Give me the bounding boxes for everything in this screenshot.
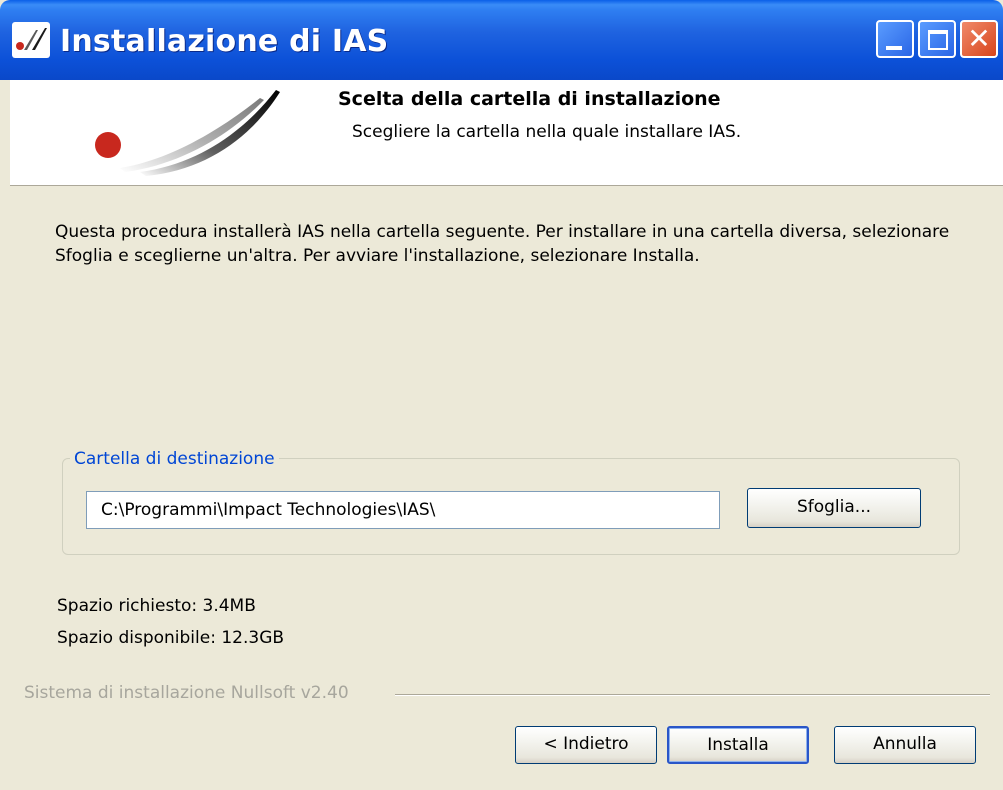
minimize-button[interactable] (876, 20, 914, 58)
ias-logo (95, 90, 280, 176)
destination-path-input[interactable]: C:\Programmi\Impact Technologies\IAS\ (86, 491, 720, 529)
close-button[interactable]: ✕ (960, 20, 998, 58)
page-subtitle: Scegliere la cartella nella quale instal… (352, 122, 742, 142)
ias-app-icon (12, 22, 50, 58)
branding-text: Sistema di installazione Nullsoft v2.40 (24, 683, 355, 703)
close-icon: ✕ (967, 22, 991, 55)
maximize-button[interactable] (918, 20, 956, 58)
header-panel: Scelta della cartella di installazione S… (10, 80, 1003, 186)
space-required-text: Spazio richiesto: 3.4MB (57, 596, 256, 616)
installer-window: Installazione di IAS ✕ Scelta della cart… (0, 0, 1003, 790)
space-available-text: Spazio disponibile: 12.3GB (57, 628, 285, 648)
title-bar[interactable]: Installazione di IAS ✕ (0, 0, 1003, 80)
page-title: Scelta della cartella di installazione (338, 88, 721, 110)
branding-divider (395, 694, 990, 696)
window-left-border (0, 80, 10, 790)
destination-group-label: Cartella di destinazione (70, 448, 279, 470)
back-button[interactable]: < Indietro (515, 726, 657, 764)
minimize-icon (886, 46, 902, 50)
cancel-button[interactable]: Annulla (834, 726, 976, 764)
browse-button[interactable]: Sfoglia... (747, 488, 921, 528)
install-button[interactable]: Installa (667, 726, 809, 764)
instructions-text: Questa procedura installerà IAS nella ca… (55, 222, 950, 266)
window-title: Installazione di IAS (60, 24, 389, 59)
maximize-icon (928, 30, 948, 50)
